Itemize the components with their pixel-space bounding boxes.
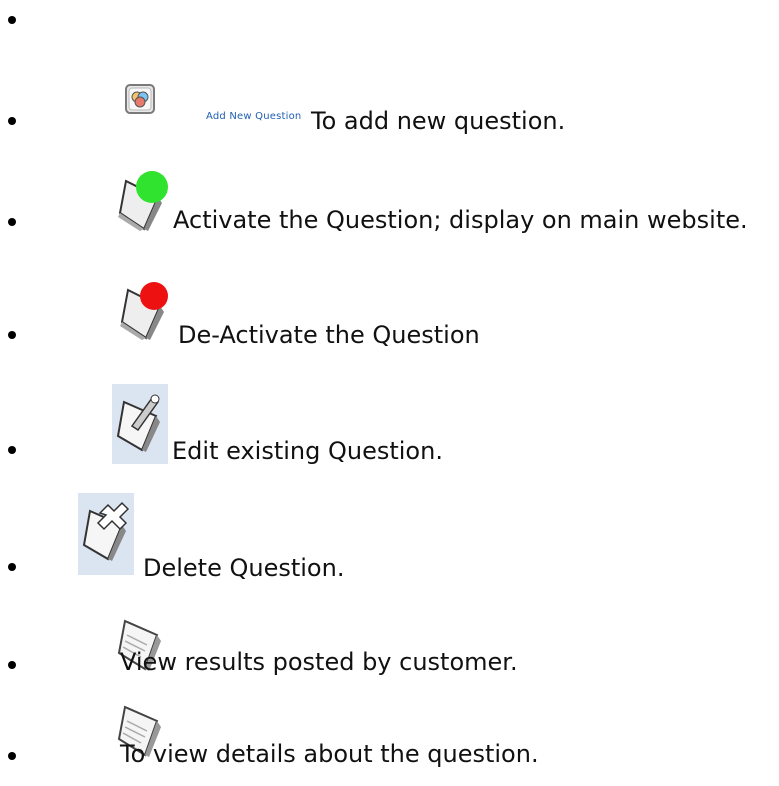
list-item-view-results: View results posted by customer. <box>0 613 779 693</box>
deactivate-question-icon[interactable] <box>118 278 174 346</box>
list-item-delete: Delete Question. <box>0 493 779 582</box>
bullet-marker <box>8 331 16 339</box>
item-label: Activate the Question; display on main w… <box>173 206 748 234</box>
bullet-marker <box>8 16 16 24</box>
bullet-marker <box>8 752 16 760</box>
list-item-add-question: Add New Question To add new question. <box>0 84 779 164</box>
add-question-icon[interactable] <box>125 84 155 118</box>
list-item-deactivate: De-Activate the Question <box>0 278 779 358</box>
delete-question-icon-graphic <box>78 493 134 579</box>
activate-question-icon[interactable] <box>116 169 172 237</box>
list-item-activate: Activate the Question; display on main w… <box>0 169 779 249</box>
item-label: To add new question. <box>311 107 566 135</box>
list-item-edit: Edit existing Question. <box>0 384 779 465</box>
item-label: Delete Question. <box>143 554 345 582</box>
bullet-marker <box>8 563 16 571</box>
edit-question-icon[interactable] <box>112 384 168 468</box>
add-new-question-link[interactable]: Add New Question <box>206 111 301 122</box>
bullet-marker <box>8 218 16 226</box>
item-label: To view details about the question. <box>120 740 539 768</box>
item-label: View results posted by customer. <box>120 648 518 676</box>
bullet-marker <box>8 661 16 669</box>
bullet-marker <box>8 117 16 125</box>
list-item-view-details: To view details about the question. <box>0 699 779 779</box>
item-label: Edit existing Question. <box>172 437 443 465</box>
item-label: De-Activate the Question <box>178 321 480 349</box>
bullet-marker <box>8 446 16 454</box>
